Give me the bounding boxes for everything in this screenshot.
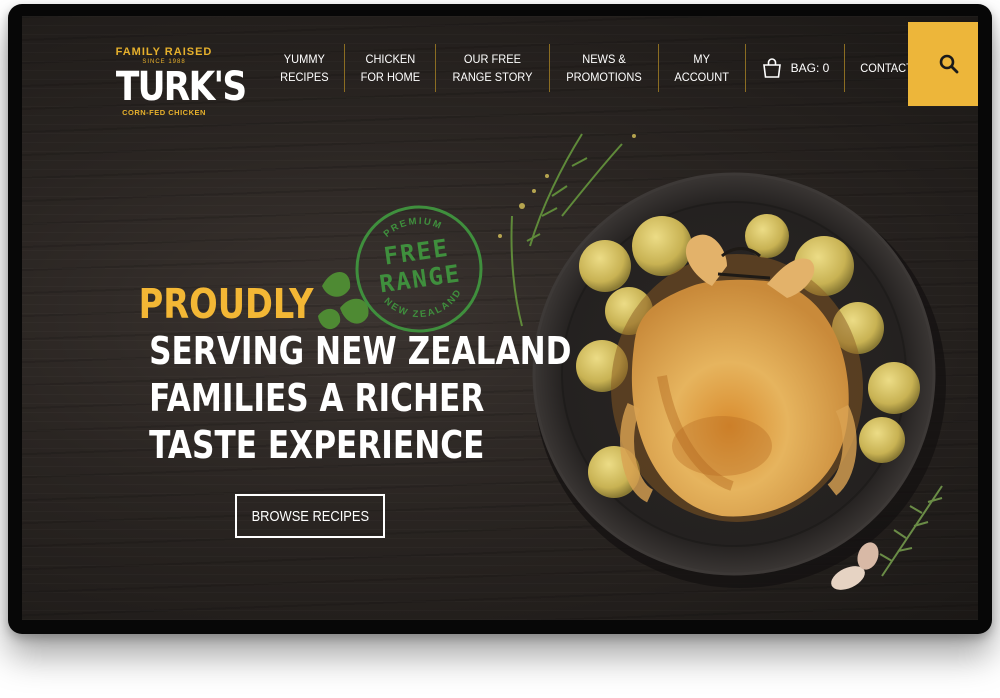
- nav-label-line2: RANGE STORY: [452, 70, 533, 84]
- logo-brand-name: TURK'S: [115, 64, 247, 110]
- search-icon: [939, 54, 959, 74]
- nav-label-line2: RECIPES: [280, 70, 329, 84]
- hero-headline: PROUDLY SERVING NEW ZEALAND FAMILIES A R…: [114, 280, 572, 469]
- main-nav: YUMMY RECIPES CHICKEN FOR HOME OUR FREE …: [265, 42, 928, 94]
- nav-item-chicken-for-home[interactable]: CHICKEN FOR HOME: [348, 50, 431, 86]
- browse-recipes-button[interactable]: BROWSE RECIPES: [235, 494, 385, 538]
- search-button[interactable]: [908, 22, 978, 106]
- shopping-bag-icon: [762, 58, 781, 78]
- nav-divider: [658, 44, 660, 92]
- nav-label-line1: CHICKEN: [365, 52, 415, 66]
- nav-label-line1: NEWS &: [582, 52, 627, 66]
- nav-label-line1: OUR FREE: [464, 52, 522, 66]
- nav-label-line1: MY: [693, 52, 711, 66]
- browse-recipes-label: BROWSE RECIPES: [251, 507, 369, 525]
- nav-label-line2: FOR HOME: [360, 70, 420, 84]
- nav-divider: [844, 44, 846, 92]
- nav-label-line2: ACCOUNT: [674, 70, 730, 84]
- nav-label-contact: CONTACT: [860, 61, 914, 75]
- nav-label-line1: YUMMY: [283, 52, 325, 66]
- nav-item-news-promotions[interactable]: NEWS & PROMOTIONS: [555, 50, 654, 86]
- hero-line-1: SERVING NEW ZEALAND: [149, 329, 572, 373]
- logo-tagline-top: FAMILY RAISED: [115, 46, 213, 58]
- hero-highlight-word: PROUDLY: [138, 280, 314, 328]
- nav-item-free-range-story[interactable]: OUR FREE RANGE STORY: [441, 50, 545, 86]
- nav-divider: [435, 44, 437, 92]
- hero-line-3: TASTE EXPERIENCE: [149, 423, 485, 467]
- turks-logo[interactable]: FAMILY RAISED SINCE 1988 TURK'S CORN-FED…: [108, 46, 247, 118]
- device-frame: FAMILY RAISED SINCE 1988 TURK'S CORN-FED…: [8, 4, 992, 634]
- shopping-bag-button[interactable]: BAG: 0: [746, 57, 845, 79]
- nav-item-yummy-recipes[interactable]: YUMMY RECIPES: [268, 50, 340, 86]
- nav-item-my-account[interactable]: MY ACCOUNT: [663, 50, 742, 86]
- nav-divider: [343, 44, 345, 92]
- hero-line-2: FAMILIES A RICHER: [149, 376, 485, 420]
- nav-divider: [549, 44, 551, 92]
- nav-label-line2: PROMOTIONS: [566, 70, 643, 84]
- website-screen: FAMILY RAISED SINCE 1988 TURK'S CORN-FED…: [22, 16, 978, 620]
- bag-count-label: BAG: 0: [790, 61, 830, 75]
